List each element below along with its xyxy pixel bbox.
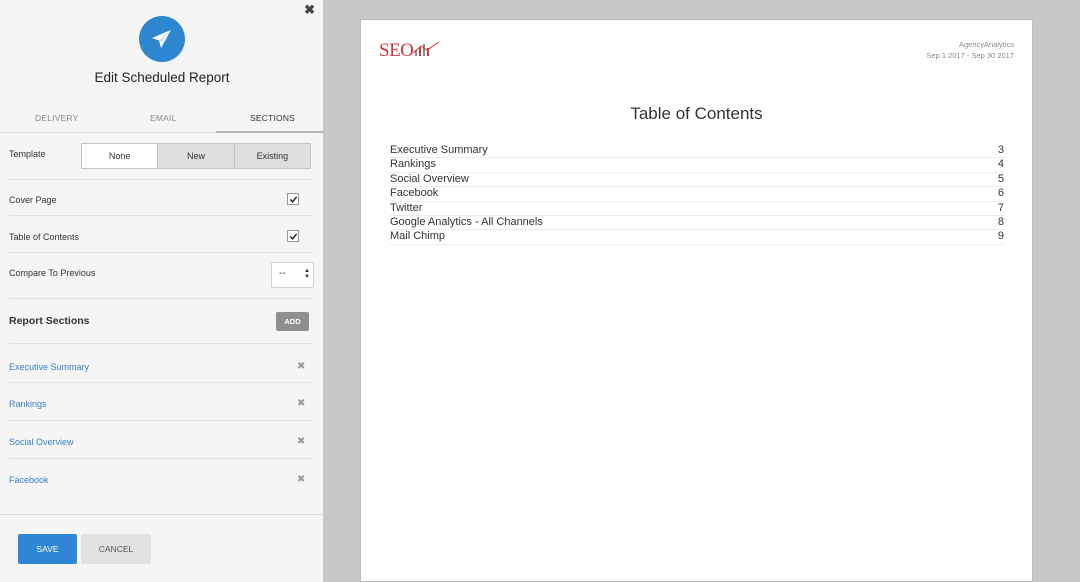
toc-row: Social Overview 5: [390, 172, 1004, 188]
divider: [9, 458, 313, 459]
divider: [9, 343, 313, 344]
cancel-button[interactable]: CANCEL: [81, 534, 151, 564]
toc-entry-name: Google Analytics - All Channels: [390, 215, 543, 228]
divider: [9, 252, 313, 253]
panel-footer: SAVE CANCEL: [0, 514, 323, 582]
table-of-contents-label: Table of Contents: [9, 232, 80, 242]
toc-entry-page: 7: [997, 201, 1004, 214]
toc-entry-name: Twitter: [390, 201, 423, 214]
add-section-button[interactable]: ADD: [276, 312, 309, 331]
remove-section-icon[interactable]: ✖: [297, 474, 305, 485]
toc-row: Facebook 6: [390, 187, 1004, 202]
divider: [9, 382, 313, 383]
toc-row: Executive Summary 3: [390, 144, 1004, 159]
template-option-new[interactable]: New: [157, 144, 234, 168]
toc-row: Rankings 4: [390, 158, 1004, 173]
toc-title: Table of Contents: [630, 104, 763, 123]
toc-row: Twitter 7: [390, 201, 1004, 216]
compare-to-previous-label: Compare To Previous: [9, 268, 96, 278]
toc-entry-page: 9: [997, 230, 1004, 243]
toc-entry-name: Mail Chimp: [390, 230, 446, 243]
save-button[interactable]: SAVE: [18, 534, 77, 564]
report-sections-heading: Report Sections: [9, 315, 90, 327]
toc-entry-page: 5: [997, 172, 1004, 185]
toc-entry-name: Executive Summary: [390, 144, 488, 156]
tab-sections[interactable]: SECTIONS: [250, 113, 295, 123]
paper-plane-icon: [139, 16, 185, 62]
divider: [9, 420, 313, 421]
toc-entry-name: Social Overview: [390, 172, 469, 185]
tab-email[interactable]: EMAIL: [150, 113, 177, 123]
section-item-rankings[interactable]: Rankings: [9, 399, 47, 409]
remove-section-icon[interactable]: ✖: [297, 436, 305, 447]
compare-value: --: [279, 268, 286, 279]
checkmark-icon: [289, 232, 297, 240]
toc-entry-page: 8: [997, 215, 1004, 228]
divider: [9, 298, 313, 299]
toc-list: Executive Summary 3 Rankings 4 Social Over…: [390, 144, 1004, 245]
tab-bar: DELIVERY EMAIL SECTIONS: [0, 106, 324, 133]
toc-row: Mail Chimp 9: [390, 230, 1004, 245]
table-of-contents-checkbox[interactable]: [287, 230, 299, 242]
toc-entry-name: Facebook: [390, 187, 439, 200]
cover-page-label: Cover Page: [9, 195, 57, 205]
close-icon[interactable]: ✖: [304, 2, 315, 18]
toc-entry-page: 6: [997, 187, 1004, 200]
logo-text: SEO: [379, 40, 414, 61]
section-item-facebook[interactable]: Facebook: [9, 475, 49, 485]
toc-row: Google Analytics - All Channels 8: [390, 215, 1004, 231]
edit-report-panel: ✖ Edit Scheduled Report DELIVERY EMAIL S…: [0, 0, 324, 582]
toc-entry-name: Rankings: [390, 158, 436, 171]
section-item-social-overview[interactable]: Social Overview: [9, 437, 74, 447]
remove-section-icon[interactable]: ✖: [297, 361, 305, 372]
cover-page-checkbox[interactable]: [287, 193, 299, 205]
tab-delivery[interactable]: DELIVERY: [35, 113, 79, 123]
updown-arrows-icon: ▲ ▼: [304, 268, 310, 280]
checkmark-icon: [289, 195, 297, 203]
active-tab-indicator: [216, 131, 324, 133]
toc-entry-page: 4: [997, 158, 1004, 171]
compare-to-previous-select[interactable]: -- ▲ ▼: [271, 262, 314, 288]
remove-section-icon[interactable]: ✖: [297, 398, 305, 409]
divider: [9, 179, 313, 180]
template-option-existing[interactable]: Existing: [233, 144, 310, 168]
template-option-none[interactable]: None: [82, 144, 158, 168]
logo-chart-icon: [413, 41, 440, 56]
template-selector: None New Existing: [81, 143, 311, 169]
section-item-executive-summary[interactable]: Executive Summary: [9, 362, 89, 372]
company-name: AgencyAnalytics: [958, 40, 1014, 49]
divider: [9, 215, 313, 216]
seo-logo: SEO: [379, 38, 445, 64]
report-preview-page: SEO AgencyAnalytics Sep 1 2017 - Sep 30 …: [360, 19, 1033, 582]
template-label: Template: [9, 149, 46, 159]
toc-entry-page: 3: [997, 144, 1004, 156]
date-range: Sep 1 2017 - Sep 30 2017: [926, 51, 1014, 60]
panel-title: Edit Scheduled Report: [94, 70, 230, 85]
